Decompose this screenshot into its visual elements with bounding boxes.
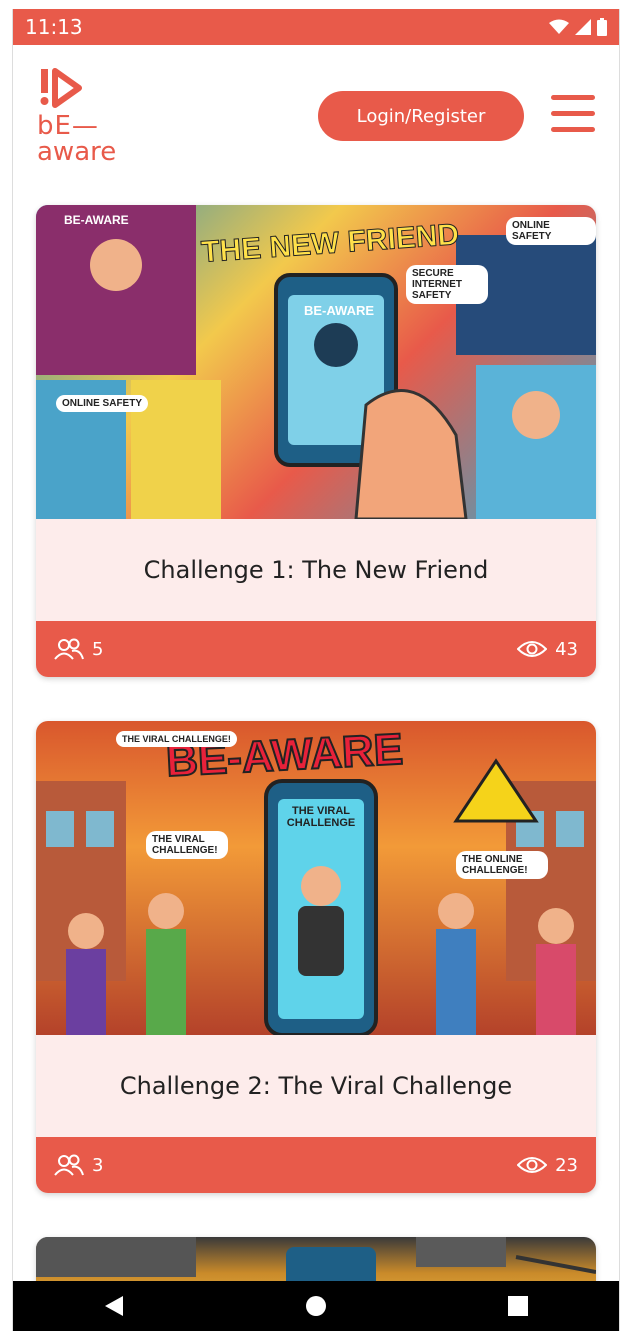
signal-icon [575, 19, 591, 35]
challenge-title[interactable]: Challenge 1: The New Friend [36, 519, 596, 621]
system-navigation-bar [13, 1281, 619, 1331]
menu-bar-icon [551, 111, 595, 116]
app-header: bE— aware Login/Register [13, 45, 619, 185]
challenge-stats-bar: 5 43 [36, 621, 596, 677]
challenge-card[interactable]: BE-AWARE THE VIRAL CHALLENGE THE VIRAL C… [36, 721, 596, 1193]
battery-icon [597, 18, 607, 36]
image-bubble: THE VIRAL CHALLENGE! [146, 831, 228, 859]
image-brand: BE-AWARE [64, 213, 129, 227]
participants-icon [54, 638, 84, 660]
challenge-stats-bar: 3 23 [36, 1137, 596, 1193]
challenge-image[interactable]: THE NEW FRIEND BE-AWARE BE-AWARE ONLINE … [36, 205, 596, 519]
recents-icon[interactable] [507, 1295, 529, 1317]
logo-text-line2: aware [37, 137, 117, 167]
home-icon[interactable] [304, 1294, 328, 1318]
image-bubble: ONLINE SAFETY [56, 395, 149, 412]
menu-bar-icon [551, 127, 595, 132]
views-eye-icon [517, 1157, 548, 1173]
image-bubble: SECURE INTERNET SAFETY [406, 265, 488, 304]
logo-mark-icon [40, 68, 82, 108]
participant-count: 5 [92, 638, 104, 660]
image-bubble: THE ONLINE CHALLENGE! [456, 851, 548, 879]
image-bubble: ONLINE SAFETY [506, 217, 596, 245]
challenge-card[interactable]: THE NEW FRIEND BE-AWARE BE-AWARE ONLINE … [36, 205, 596, 677]
views-eye-icon [517, 641, 548, 657]
status-bar: 11:13 [13, 9, 619, 45]
menu-bar-icon [551, 95, 595, 100]
participants-icon [54, 1154, 84, 1176]
image-phone-title: THE VIRAL CHALLENGE [286, 805, 356, 829]
participant-count: 3 [92, 1154, 104, 1176]
status-time: 11:13 [25, 15, 83, 39]
app-frame: 11:13 bE— aware Login/Register THE NEW F… [12, 9, 620, 1331]
view-count: 43 [555, 638, 578, 660]
image-phone-brand: BE-AWARE [304, 303, 375, 318]
login-register-button[interactable]: Login/Register [318, 91, 524, 141]
challenge-image[interactable]: BE-AWARE THE VIRAL CHALLENGE THE VIRAL C… [36, 721, 596, 1035]
view-count: 23 [555, 1154, 578, 1176]
hamburger-menu-button[interactable] [551, 95, 595, 133]
challenge-title[interactable]: Challenge 2: The Viral Challenge [36, 1035, 596, 1137]
wifi-icon [549, 19, 569, 34]
back-icon[interactable] [103, 1294, 125, 1318]
image-bubble: THE VIRAL CHALLENGE! [116, 731, 237, 747]
app-logo[interactable]: bE— aware [37, 67, 137, 167]
